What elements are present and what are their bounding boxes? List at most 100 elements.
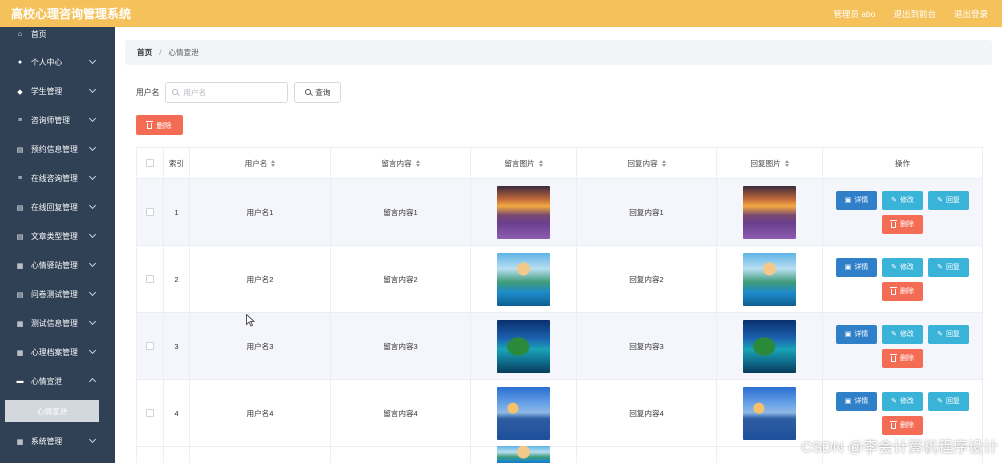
reply-button[interactable]: ✎ 回复 — [928, 324, 969, 344]
col-header-message[interactable]: 留言内容 — [331, 148, 471, 179]
edit-icon: ✎ — [891, 331, 897, 338]
sidebar-item-test-info[interactable]: ▦ 测试信息管理 — [0, 309, 115, 338]
select-all-checkbox[interactable] — [146, 159, 154, 167]
detail-button[interactable]: ▣ 详情 — [836, 324, 877, 344]
reply-image[interactable] — [743, 386, 796, 440]
sort-icon[interactable] — [784, 159, 789, 167]
row-actions: ▣ 详情 ✎ 修改 ✎ 回复 删除 — [823, 179, 983, 246]
sort-icon[interactable] — [538, 159, 543, 167]
watermark: CSDN @李会计算机程序设计 — [801, 439, 998, 456]
row-checkbox[interactable] — [146, 208, 154, 216]
username-search-input[interactable]: 用户名 — [165, 81, 289, 103]
query-button[interactable]: 查询 — [294, 81, 342, 103]
delete-button[interactable]: 删除 — [882, 348, 923, 368]
app-title: 高校心理咨询管理系统 — [11, 7, 132, 21]
list-icon: ≡ — [17, 175, 23, 182]
reply-button[interactable]: ✎ 回复 — [928, 257, 969, 277]
sort-icon[interactable] — [661, 159, 666, 167]
reply-image[interactable] — [743, 252, 796, 306]
sidebar-item-counselors[interactable]: ≡ 咨询师管理 — [0, 106, 115, 135]
row-checkbox[interactable] — [146, 409, 154, 417]
row-checkbox[interactable] — [146, 342, 154, 350]
table-row: 2 用户名2 留言内容2 回复内容2 ▣ 详情 ✎ 修改 ✎ 回复 删除 — [137, 246, 983, 313]
message-image[interactable] — [497, 319, 550, 373]
sidebar-item-archives[interactable]: ▦ 心理档案管理 — [0, 338, 115, 367]
table-row: 3 用户名3 留言内容3 回复内容3 ▣ 详情 ✎ 修改 ✎ 回复 删除 — [137, 313, 983, 380]
mouse-cursor-icon — [246, 314, 255, 327]
detail-button[interactable]: ▣ 详情 — [836, 190, 877, 210]
col-header-reply[interactable]: 回复内容 — [577, 148, 717, 179]
reply-button[interactable]: ✎ 回复 — [928, 391, 969, 411]
grid-icon: ▦ — [16, 262, 24, 270]
reply-icon: ✎ — [937, 331, 943, 338]
message-image[interactable] — [497, 185, 550, 239]
edit-button[interactable]: ✎ 修改 — [882, 324, 923, 344]
sidebar-item-online-reply[interactable]: ▤ 在线回复管理 — [0, 193, 115, 222]
grid-icon: ▦ — [16, 320, 24, 328]
col-header-message-image[interactable]: 留言图片 — [471, 148, 577, 179]
edit-icon: ✎ — [891, 264, 897, 271]
sidebar-item-questionnaire[interactable]: ▤ 问卷测试管理 — [0, 280, 115, 309]
sidebar-subitem-mood-vent[interactable]: 心情宣泄 — [5, 400, 99, 422]
sidebar-item-article-types[interactable]: ▤ 文章类型管理 — [0, 222, 115, 251]
col-header-username[interactable]: 用户名 — [190, 148, 331, 179]
chevron-down-icon — [88, 114, 97, 123]
breadcrumb-home[interactable]: 首页 — [137, 47, 152, 58]
message-image[interactable] — [497, 252, 550, 306]
row-reply: 回复内容2 — [577, 246, 717, 313]
exit-to-frontend-link[interactable]: 退出到前台 — [893, 8, 936, 20]
detail-button[interactable]: ▣ 详情 — [836, 257, 877, 277]
message-image[interactable] — [497, 386, 550, 440]
row-reply: 回复内容1 — [577, 179, 717, 246]
delete-button[interactable]: 删除 — [882, 415, 923, 435]
sidebar-item-students[interactable]: ◆ 学生管理 — [0, 77, 115, 106]
delete-button[interactable]: 删除 — [882, 214, 923, 234]
sidebar-item-mood-vent[interactable]: ▬ 心情宣泄 — [0, 367, 115, 396]
sidebar-item-home[interactable]: ⌂ 首页 — [0, 27, 115, 41]
row-index: 1 — [164, 179, 190, 246]
list-icon: ▤ — [16, 233, 24, 241]
header-actions: 管理员 abo 退出到前台 退出登录 — [833, 0, 988, 27]
col-header-reply-image[interactable]: 回复图片 — [717, 148, 823, 179]
sort-icon[interactable] — [271, 159, 276, 167]
detail-button[interactable]: ▣ 详情 — [836, 391, 877, 411]
delete-button[interactable]: 删除 — [882, 281, 923, 301]
sidebar-item-system[interactable]: ▦ 系统管理 — [0, 427, 115, 456]
edit-button[interactable]: ✎ 修改 — [882, 190, 923, 210]
sidebar-item-personal[interactable]: ● 个人中心 — [0, 48, 115, 77]
list-icon: ▤ — [16, 204, 24, 212]
chevron-down-icon — [88, 172, 97, 181]
row-message: 留言内容1 — [331, 179, 471, 246]
reply-icon: ✎ — [937, 398, 943, 405]
row-message: 留言内容4 — [331, 380, 471, 447]
edit-button[interactable]: ✎ 修改 — [882, 391, 923, 411]
trash-icon — [890, 420, 897, 429]
trash-icon — [890, 353, 897, 362]
grid-icon: ▤ — [16, 291, 24, 299]
logout-link[interactable]: 退出登录 — [954, 8, 988, 20]
edit-icon: ✎ — [891, 197, 897, 204]
detail-icon: ▣ — [844, 331, 852, 338]
row-actions: ▣ 详情 ✎ 修改 ✎ 回复 删除 — [823, 313, 983, 380]
row-username: 用户名2 — [190, 246, 331, 313]
sidebar-item-mood-station[interactable]: ▦ 心情驿站管理 — [0, 251, 115, 280]
reply-image[interactable] — [743, 185, 796, 239]
sidebar-item-appointments[interactable]: ▤ 预约信息管理 — [0, 135, 115, 164]
message-image[interactable] — [497, 446, 550, 463]
student-icon: ◆ — [17, 88, 23, 96]
sort-icon[interactable] — [415, 159, 420, 167]
edit-button[interactable]: ✎ 修改 — [882, 257, 923, 277]
table-header: 索引 用户名 留言内容 留言图片 回复内容 回复图片 操作 — [137, 148, 983, 179]
grid-icon: ▦ — [16, 438, 24, 446]
row-reply: 回复内容3 — [577, 313, 717, 380]
chevron-down-icon — [88, 317, 97, 326]
col-header-index: 索引 — [164, 148, 190, 179]
row-actions: ▣ 详情 ✎ 修改 ✎ 回复 删除 — [823, 246, 983, 313]
reply-image[interactable] — [743, 319, 796, 373]
reply-button[interactable]: ✎ 回复 — [928, 190, 969, 210]
chevron-down-icon — [88, 435, 97, 444]
sidebar-item-online-consult[interactable]: ≡ 在线咨询管理 — [0, 164, 115, 193]
admin-label: 管理员 abo — [833, 8, 876, 19]
row-checkbox[interactable] — [146, 275, 154, 283]
batch-delete-button[interactable]: 删除 — [136, 115, 183, 135]
